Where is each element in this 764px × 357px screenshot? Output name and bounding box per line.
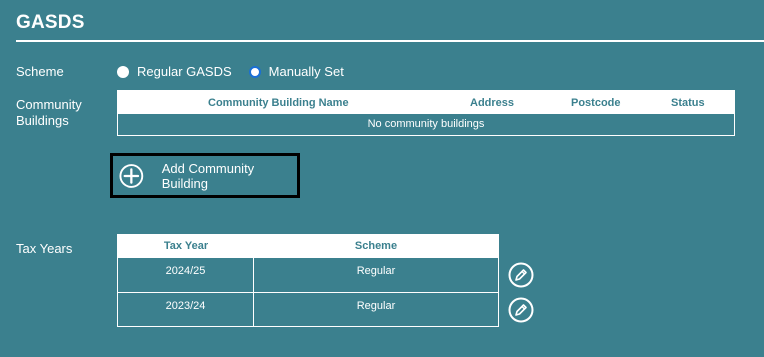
tax-year-cell: 2024/25 bbox=[118, 258, 254, 292]
table-row[interactable]: 2023/24 Regular bbox=[118, 292, 498, 326]
radio-label-regular-gasds: Regular GASDS bbox=[137, 64, 232, 79]
scheme-option-regular[interactable]: Regular GASDS bbox=[117, 64, 232, 79]
scheme-label: Scheme bbox=[16, 64, 64, 79]
scheme-cell: Regular bbox=[356, 300, 396, 312]
title-divider bbox=[16, 40, 764, 42]
community-buildings-table: Community Building Name Address Postcode… bbox=[117, 90, 735, 136]
scheme-cell: Regular bbox=[356, 265, 396, 277]
column-header-address[interactable]: Address bbox=[470, 97, 514, 109]
community-buildings-label: Community Buildings bbox=[16, 97, 82, 128]
section-title: GASDS bbox=[16, 12, 85, 33]
tax-years-label: Tax Years bbox=[16, 241, 73, 256]
column-header-postcode[interactable]: Postcode bbox=[571, 97, 621, 109]
tax-year-cell: 2023/24 bbox=[118, 293, 254, 326]
column-header-name[interactable]: Community Building Name bbox=[208, 97, 349, 109]
community-buildings-empty-message: No community buildings bbox=[367, 118, 485, 130]
plus-circle-icon bbox=[119, 163, 144, 188]
column-header-status[interactable]: Status bbox=[671, 97, 705, 109]
add-community-building-label: Add Community Building bbox=[161, 160, 255, 191]
edit-pencil-icon[interactable] bbox=[508, 297, 534, 323]
column-header-scheme[interactable]: Scheme bbox=[254, 235, 498, 258]
radio-manually-set[interactable] bbox=[248, 65, 261, 78]
radio-regular-gasds[interactable] bbox=[117, 65, 129, 78]
scheme-option-manual[interactable]: Manually Set bbox=[248, 64, 344, 79]
column-header-tax-year[interactable]: Tax Year bbox=[118, 235, 254, 258]
scheme-radio-group: Regular GASDS Manually Set bbox=[117, 64, 361, 79]
tax-years-table: Tax Year Scheme 2024/25 Regular 2023/24 … bbox=[117, 234, 499, 327]
community-buildings-table-header: Community Building Name Address Postcode… bbox=[118, 91, 734, 114]
add-community-building-button[interactable]: Add Community Building bbox=[110, 153, 300, 198]
table-row[interactable]: 2024/25 Regular bbox=[118, 258, 498, 292]
edit-pencil-icon[interactable] bbox=[508, 262, 534, 288]
radio-label-manually-set: Manually Set bbox=[268, 64, 344, 79]
tax-years-table-header: Tax Year Scheme bbox=[118, 235, 498, 258]
